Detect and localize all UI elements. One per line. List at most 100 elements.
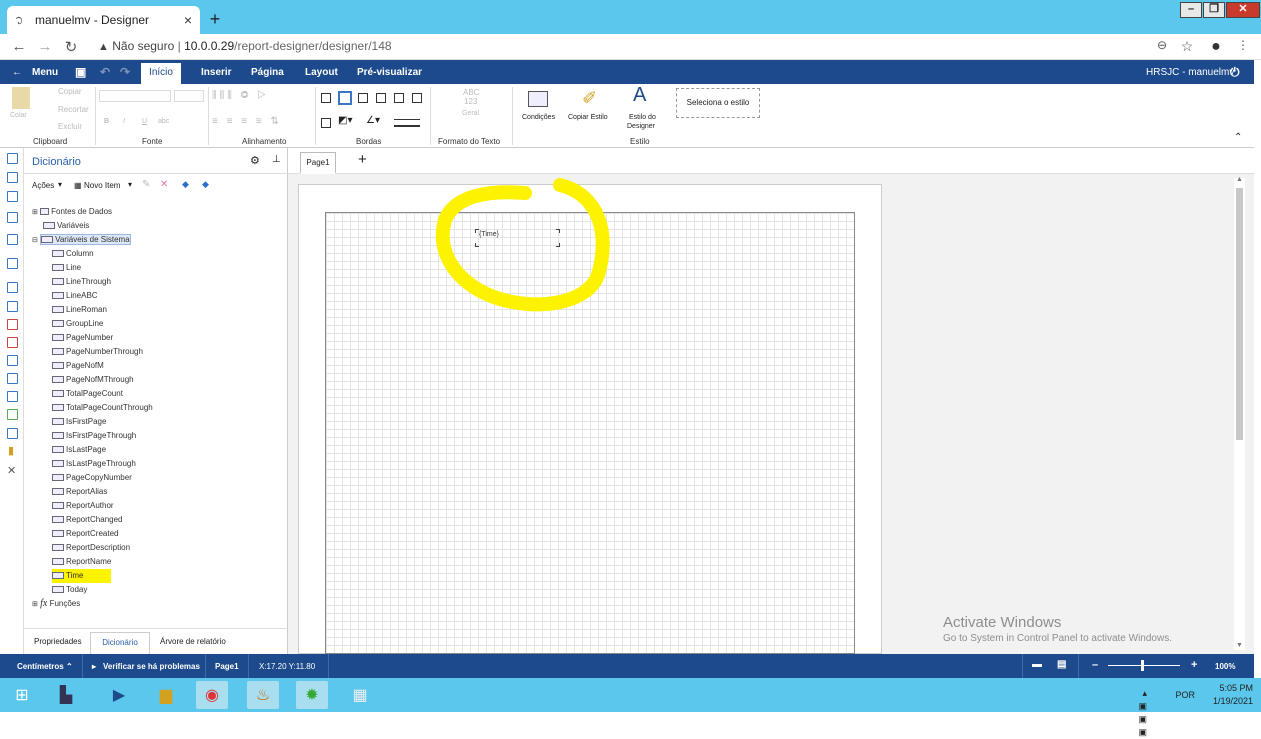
toolbox-icon-12[interactable] [7,373,18,384]
check-issues-button[interactable]: Verificar se há problemas [103,662,200,671]
tree-item-column[interactable]: Column [52,247,282,261]
border-all-icon[interactable] [321,93,331,103]
tab-pre-visualizar[interactable]: Pré-visualizar [357,67,422,78]
tree-item-lineabc[interactable]: LineABC [52,289,282,303]
toolbox-icon-6[interactable] [7,258,18,269]
new-item-button[interactable]: Novo Item [84,181,120,190]
tree-item-groupline[interactable]: GroupLine [52,317,282,331]
border-top-icon[interactable] [394,93,404,103]
font-size-dropdown[interactable] [174,90,204,102]
toolbox-icon-5[interactable] [7,234,18,245]
tab-dictionary[interactable]: Dicionário [90,632,150,655]
file-explorer-icon[interactable]: ▆ [150,681,182,709]
format-general-button[interactable]: Geral [462,110,479,117]
toolbox-icon-11[interactable] [7,355,18,366]
collapse-ribbon-icon[interactable]: ⌃ [1234,132,1242,143]
reload-icon[interactable]: ↻ [62,38,80,56]
chrome-icon[interactable]: ◉ [196,681,228,709]
toolbox-icon-14[interactable] [7,409,18,420]
tree-item-lineroman[interactable]: LineRoman [52,303,282,317]
delete-button[interactable]: Excluir [58,122,82,131]
zoom-slider-track[interactable] [1108,665,1180,666]
paste-button[interactable]: Colar [10,112,27,119]
tree-item-totalpagecount[interactable]: TotalPageCount [52,387,282,401]
border-right-icon[interactable] [376,93,386,103]
chart-icon[interactable]: ▮ [8,444,14,457]
toolbox-icon-9[interactable] [7,319,18,330]
scroll-up-icon[interactable]: ▲ [1236,176,1243,183]
tree-item-pagenumber[interactable]: PageNumber [52,331,282,345]
align-buttons-row-1[interactable]: ⫼⫼⫼ ◎ ▷ [212,90,269,101]
copy-style-button[interactable]: Copiar Estilo [568,114,608,121]
tree-item-isfirstpagethrough[interactable]: IsFirstPageThrough [52,429,282,443]
toolbox-icon-7[interactable] [7,282,18,293]
toolbox-icon-15[interactable] [7,428,18,439]
power-icon[interactable]: ⏻ [1230,65,1240,80]
border-left-icon[interactable] [358,93,368,103]
border-style-icon[interactable] [394,119,420,127]
tree-item-line[interactable]: Line [52,261,282,275]
actions-dropdown[interactable]: Ações [32,181,54,190]
back-arrow-icon[interactable]: ← [12,67,22,78]
tree-item-reportcreated[interactable]: ReportCreated [52,527,282,541]
tree-item-islastpage[interactable]: IsLastPage [52,443,282,457]
tree-functions[interactable]: ⊞ fx Funções [32,597,282,611]
border-outline-icon[interactable] [338,91,352,105]
url-field[interactable]: ▲ Não seguro | 10.0.0.29/report-designer… [98,39,392,53]
minimize-button[interactable]: – [1180,2,1202,18]
pin-icon[interactable]: ⊥ [272,154,281,165]
zoom-slider-thumb[interactable] [1141,660,1144,671]
toolbox-icon-3[interactable] [7,191,18,202]
undo-icon[interactable]: ↶ [100,65,110,79]
tab-inicio[interactable]: Início [141,63,181,84]
toolbox-icon-4[interactable] [7,212,18,223]
tree-system-variables[interactable]: ⊟ Variáveis de Sistema [32,233,282,247]
browser-tab[interactable]: ᭡ manuelmv - Designer × [7,6,200,34]
start-button-icon[interactable]: ⊞ [6,681,38,709]
toolbox-icon-8[interactable] [7,301,18,312]
conditions-button[interactable]: Condições [522,114,555,121]
forward-icon[interactable]: → [36,38,54,55]
network-icon[interactable]: ▦ [344,681,376,709]
fill-color-icon[interactable]: ◩▾ [338,115,352,126]
java-icon[interactable]: ♨ [247,681,279,709]
tree-item-islastpagethrough[interactable]: IsLastPageThrough [52,457,282,471]
copy-button[interactable]: Copiar [58,87,82,96]
add-page-button[interactable]: + [358,151,367,168]
tree-item-reportdescription[interactable]: ReportDescription [52,541,282,555]
tree-variables[interactable]: Variáveis [32,219,282,233]
new-tab-button[interactable]: + [204,9,226,31]
scrollbar-thumb[interactable] [1236,188,1243,440]
zoom-in-button[interactable]: + [1191,659,1197,671]
close-window-button[interactable]: ✕ [1226,2,1260,18]
menu-button[interactable]: Menu [32,67,58,78]
scroll-down-icon[interactable]: ▼ [1236,642,1243,649]
underline-button[interactable]: U [142,118,147,125]
redo-icon[interactable]: ↷ [120,65,130,79]
more-menu-icon[interactable]: ⋮ [1234,38,1252,52]
tree-item-linethrough[interactable]: LineThrough [52,275,282,289]
tree-item-pagenumberthrough[interactable]: PageNumberThrough [52,345,282,359]
designer-style-label-1[interactable]: Estilo do [629,114,656,121]
back-icon[interactable]: ← [10,38,28,55]
powershell-icon[interactable]: ▶ [103,681,135,709]
save-icon[interactable]: ▣ [75,65,86,79]
tab-report-tree[interactable]: Árvore de relatório [160,637,226,646]
pen-color-icon[interactable]: ∠▾ [366,115,380,126]
tree-item-pagenofmthrough[interactable]: PageNofMThrough [52,373,282,387]
view-mode-icon-1[interactable]: ▬ [1032,659,1042,670]
align-buttons-row-2[interactable]: ≡ ≡ ≡ ≡ ⇅ [212,116,282,127]
tools-icon[interactable]: ✕ [7,464,16,477]
toolbox-icon-13[interactable] [7,391,18,402]
bold-button[interactable]: B [104,118,109,125]
tree-item-reportchanged[interactable]: ReportChanged [52,513,282,527]
tab-close-icon[interactable]: × [184,12,192,28]
zoom-out-button[interactable]: – [1092,659,1098,671]
tree-item-pagenofm[interactable]: PageNofM [52,359,282,373]
tree-item-reportname[interactable]: ReportName [52,555,282,569]
tree-item-today[interactable]: Today [52,583,282,597]
bookmark-star-icon[interactable]: ☆ [1178,38,1196,55]
settings-gear-icon[interactable]: ⚙ [250,154,260,167]
tree-data-sources[interactable]: ⊞ Fontes de Dados [32,205,282,219]
view-mode-icon-2[interactable]: ▤ [1057,659,1066,670]
